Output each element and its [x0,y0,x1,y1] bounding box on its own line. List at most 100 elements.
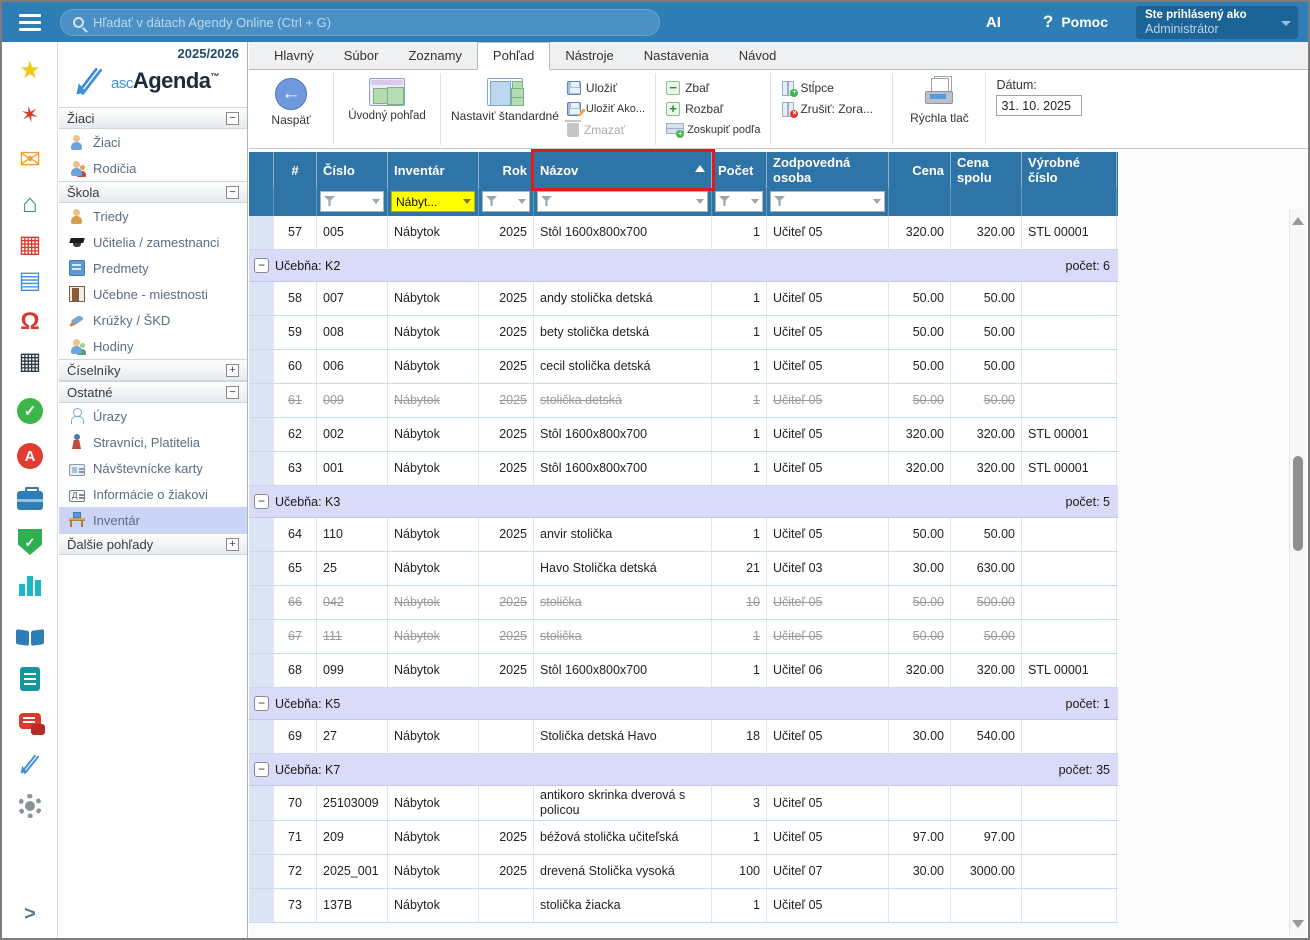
table-row[interactable]: 6525NábytokHavo Stolička detská21Učiteľ … [249,552,1118,586]
column-header-cislo[interactable]: Číslo [317,152,388,188]
grades-icon[interactable]: A [2,439,58,473]
column-header-num[interactable]: # [274,152,317,188]
column-header-cena_spolu[interactable]: Cena spolu [951,152,1022,188]
sidebar-item-kr-ky-kd[interactable]: Krúžky / ŠKD [59,307,247,333]
column-header-nazov[interactable]: Názov [534,152,712,188]
table-row[interactable]: 57005Nábytok2025Stôl 1600x800x7001Učiteľ… [249,216,1118,250]
tab-n-vod[interactable]: Návod [724,43,792,69]
cancel-sort-button[interactable]: ×Zrušiť: Zora... [781,100,873,117]
tab-nastavenia[interactable]: Nastavenia [629,43,724,69]
expand-box-icon[interactable]: + [226,538,239,551]
sidebar-item-triedy[interactable]: Triedy [59,203,247,229]
collapse-box-icon[interactable]: − [226,386,239,399]
table-row[interactable]: 64110Nábytok2025anvir stolička1Učiteľ 05… [249,518,1118,552]
save-button[interactable]: Uložiť [567,79,645,96]
tab-poh-ad[interactable]: Pohľad [477,42,550,70]
table-row[interactable]: 6927NábytokStolička detská Havo18Učiteľ … [249,720,1118,754]
sidebar-item-razy[interactable]: Úrazy [59,403,247,429]
table-row[interactable]: 68099Nábytok2025Stôl 1600x800x7001Učiteľ… [249,654,1118,688]
column-header-gutter[interactable] [249,152,274,188]
home-icon[interactable]: ⌂ [2,186,58,220]
sidebar-item-predmety[interactable]: Predmety [59,255,247,281]
library-book-icon[interactable] [2,620,58,654]
table-row[interactable]: 62002Nábytok2025Stôl 1600x800x7001Učiteľ… [249,418,1118,452]
group-row-u-eb-a-k5[interactable]: −Učebňa: K5počet: 1 [249,688,1118,720]
tab-zoznamy[interactable]: Zoznamy [393,43,476,69]
collapse-group-icon[interactable]: − [254,258,269,273]
sidebar-section-seln-ky[interactable]: Číselníky+ [59,359,247,381]
shield-check-icon[interactable]: ✓ [2,525,58,559]
filter-pocet[interactable] [715,191,763,212]
ai-button[interactable]: AI [986,14,1001,31]
sidebar-item-invent-r[interactable]: Inventár [59,507,247,533]
calendar-icon[interactable]: ▦ [2,345,58,379]
sidebar-section-kola[interactable]: Škola− [59,181,247,203]
expand-box-icon[interactable]: + [226,364,239,377]
sidebar-section-ostatn[interactable]: Ostatné− [59,381,247,403]
filter-cislo[interactable] [320,191,384,212]
filter-osoba[interactable] [770,191,885,212]
date-input[interactable] [996,95,1082,116]
table-row[interactable]: 60006Nábytok2025cecil stolička detská1Uč… [249,350,1118,384]
group-row-u-eb-a-k7[interactable]: −Učebňa: K7počet: 35 [249,754,1118,786]
gear-icon[interactable] [2,789,58,823]
quick-print-button[interactable]: Rýchla tlač [903,75,975,125]
column-header-osoba[interactable]: Zodpovedná osoba [767,152,889,188]
table-row[interactable]: 67111Nábytok2025stolička1Učiteľ 0550.005… [249,620,1118,654]
set-standard-button[interactable]: Nastaviť štandardné [451,75,559,123]
table-row[interactable]: 58007Nábytok2025andy stolička detská1Uči… [249,282,1118,316]
sidebar-item-u-itelia-zamestnanci[interactable]: Učitelia / zamestnanci [59,229,247,255]
group-row-u-eb-a-k3[interactable]: −Učebňa: K3počet: 5 [249,486,1118,518]
table-row[interactable]: 63001Nábytok2025Stôl 1600x800x7001Učiteľ… [249,452,1118,486]
delete-button[interactable]: Zmazať [567,121,645,138]
favorites-icon[interactable]: ★ [2,54,58,88]
notebook-icon[interactable]: ▤ [2,264,58,298]
bar-chart-icon[interactable] [2,567,58,601]
collapse-box-icon[interactable]: − [226,112,239,125]
table-row[interactable]: 7025103009Nábytokantikoro skrinka dverov… [249,786,1118,821]
vertical-scrollbar[interactable] [1289,209,1305,936]
column-header-pocet[interactable]: Počet [712,152,767,188]
scroll-down-arrow-icon[interactable] [1292,920,1304,932]
collapse-group-icon[interactable]: − [254,696,269,711]
timetable-icon[interactable]: ▦ [2,228,58,262]
sidebar-item-hodiny[interactable]: Hodiny [59,333,247,359]
hamburger-menu-icon[interactable] [2,2,58,42]
columns-button[interactable]: +Stĺpce [781,79,873,96]
column-header-vyrobne[interactable]: Výrobné číslo [1022,152,1117,188]
collapse-group-icon[interactable]: − [254,494,269,509]
save-as-button[interactable]: Uložiť Ako... [567,100,645,117]
sidebar-item-stravn-ci-platitelia[interactable]: Stravníci, Platitelia [59,429,247,455]
expand-button[interactable]: +Rozbaľ [666,100,760,117]
group-row-u-eb-a-k2[interactable]: −Učebňa: K2počet: 6 [249,250,1118,282]
sidebar-section-iaci[interactable]: Žiaci− [59,107,247,129]
tab-hlavn[interactable]: Hlavný [259,43,329,69]
scroll-up-arrow-icon[interactable] [1292,213,1304,225]
filter-inventar[interactable]: Nábyt... [391,191,475,212]
table-row[interactable]: 71209Nábytok2025béžová stolička učiteľsk… [249,821,1118,855]
sidebar-item-iaci[interactable]: Žiaci [59,129,247,155]
table-row[interactable]: 66042Nábytok2025stolička10Učiteľ 0550.00… [249,586,1118,620]
column-header-rok[interactable]: Rok [479,152,534,188]
table-row[interactable]: 73137BNábytokstolička žiacka1Učiteľ 05 [249,889,1118,923]
sidebar-item-inform-cie-o-iakovi[interactable]: Informácie o žiakovi [59,481,247,507]
filter-rok[interactable] [482,191,530,212]
table-row[interactable]: 722025_001Nábytok2025drevená Stolička vy… [249,855,1118,889]
collapse-button[interactable]: −Zbaľ [666,79,760,96]
scrollbar-thumb[interactable] [1293,456,1303,551]
wizard-icon[interactable]: ✶ [0,93,61,136]
sidebar-section-al-ie-poh-ady[interactable]: Ďalšie pohľady+ [59,533,247,555]
back-button[interactable]: ← Naspäť [259,75,323,127]
person-icon[interactable]: Ω [2,305,58,339]
briefcase-icon[interactable] [2,483,58,517]
intro-view-button[interactable]: Úvodný pohľad [344,75,430,123]
chat-icon[interactable] [2,704,58,738]
table-row[interactable]: 59008Nábytok2025bety stolička detská1Uči… [249,316,1118,350]
tab-n-stroje[interactable]: Nástroje [550,43,628,69]
sidebar-item-rodi-ia[interactable]: Rodičia [59,155,247,181]
group-by-button[interactable]: +Zoskupiť podľa [666,121,760,138]
expand-strip-chevron[interactable]: > [2,897,58,931]
help-button[interactable]: ? Pomoc [1043,12,1108,32]
collapse-group-icon[interactable]: − [254,762,269,777]
attendance-check-icon[interactable]: ✓ [2,394,58,428]
